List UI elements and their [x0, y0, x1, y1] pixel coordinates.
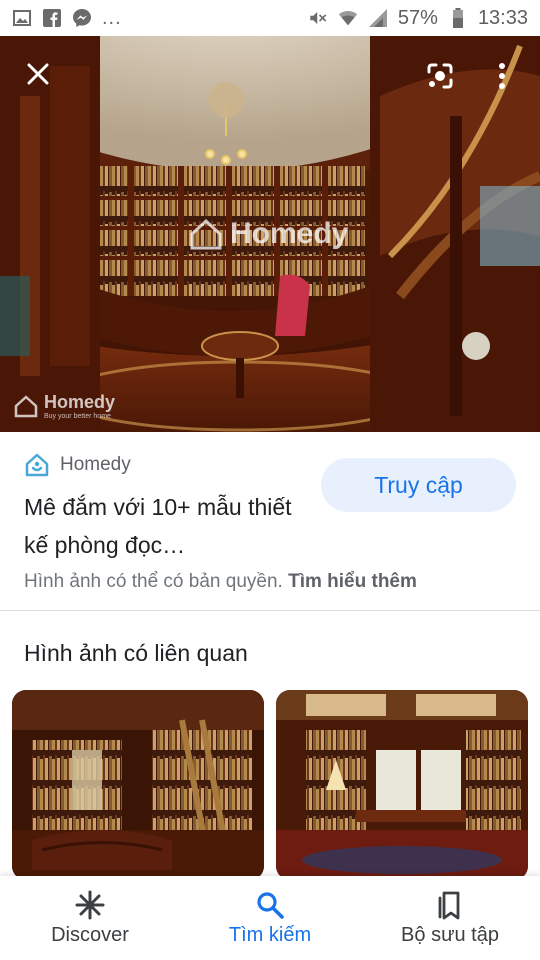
nav-discover[interactable]: Discover	[0, 876, 180, 960]
nav-search-label: Tìm kiếm	[228, 923, 312, 946]
watermark-bottom-left: Homedy Buy your better home	[14, 392, 115, 420]
related-library-picture	[12, 690, 264, 880]
copyright-text: Hình ảnh có thể có bản quyền.	[24, 571, 283, 592]
clock: 13:33	[477, 6, 528, 29]
related-image-2[interactable]	[276, 690, 528, 880]
lens-button[interactable]	[420, 56, 460, 96]
wifi-icon	[338, 9, 358, 27]
mute-icon	[308, 9, 328, 27]
homedy-logo-icon	[25, 453, 49, 477]
close-button[interactable]	[20, 56, 56, 92]
close-icon	[27, 63, 49, 85]
watermark-text: Homedy	[230, 217, 349, 250]
signal-icon	[368, 9, 388, 27]
nav-discover-label: Discover	[51, 923, 129, 946]
related-image-1[interactable]	[12, 690, 264, 880]
search-icon	[257, 891, 284, 919]
watermark-center: Homedy	[188, 216, 348, 252]
main-image[interactable]: Homedy Homedy Buy your better home	[0, 36, 540, 432]
bottom-navigation: Discover Tìm kiếm Bộ sưu tập	[0, 876, 540, 960]
facebook-icon	[42, 9, 62, 27]
asterisk-icon	[75, 890, 105, 919]
status-right: 57% 13:33	[308, 7, 528, 30]
copyright-notice: Hình ảnh có thể có bản quyền. Tìm hiểu t…	[24, 571, 417, 593]
battery-percent: 57%	[397, 6, 438, 29]
visit-button[interactable]: Truy cập	[321, 458, 516, 512]
learn-more-link[interactable]: Tìm hiểu thêm	[288, 571, 417, 592]
source-name: Homedy	[60, 454, 131, 475]
nav-collections-label: Bộ sưu tập	[401, 923, 499, 946]
result-title[interactable]: Mê đắm với 10+ mẫu thiết kế phòng đọc…	[24, 488, 314, 564]
image-icon	[12, 9, 32, 27]
nav-search[interactable]: Tìm kiếm	[180, 876, 360, 960]
nav-collections[interactable]: Bộ sưu tập	[360, 876, 540, 960]
lens-icon	[427, 63, 453, 89]
watermark-small-text: Homedy	[44, 392, 116, 412]
related-study-room-picture	[276, 690, 528, 880]
more-notifications: ...	[102, 6, 122, 29]
status-left: ...	[12, 7, 122, 30]
status-bar: ... 57% 13:33	[0, 0, 540, 36]
messenger-icon	[72, 9, 92, 27]
home-logo-icon	[14, 395, 38, 418]
more-options-button[interactable]	[484, 56, 520, 96]
home-logo-icon	[190, 218, 222, 250]
image-viewer-page: ... 57% 13:33 Homedy Homedy Buy your bet…	[0, 0, 540, 960]
source-row[interactable]: Homedy	[24, 452, 131, 478]
related-heading: Hình ảnh có liên quan	[24, 640, 248, 666]
battery-icon	[448, 8, 468, 28]
collections-icon	[438, 891, 460, 919]
divider	[0, 610, 540, 611]
watermark-tagline: Buy your better home	[44, 413, 111, 420]
more-vert-icon	[499, 63, 505, 89]
